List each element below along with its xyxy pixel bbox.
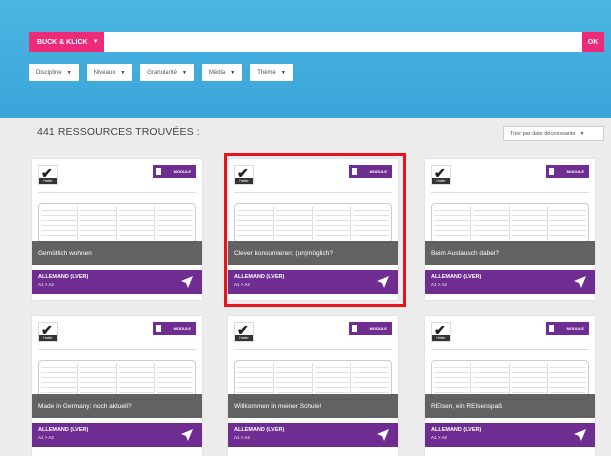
resource-card[interactable]: ✔ Hatier MODULE Willkommen in meiner Schule… (228, 316, 398, 456)
filter-theme[interactable]: Thème ▼ (250, 64, 293, 81)
sort-select[interactable]: Trier par date décroissante ▼ (503, 126, 604, 141)
send-arrow-icon[interactable] (180, 428, 194, 442)
send-arrow-icon[interactable] (573, 428, 587, 442)
card-level: A1 > A2 (38, 282, 54, 287)
hatier-logo: ✔ Hatier (431, 322, 451, 342)
card-footer: ALLEMAND (LVER) A1 > A2 (425, 270, 595, 294)
results-count: 441 RESSOURCES TROUVÉES : (37, 126, 200, 138)
chevron-down-icon: ▼ (92, 39, 99, 45)
document-icon (549, 325, 554, 332)
send-arrow-icon[interactable] (376, 428, 390, 442)
document-thumbnail (431, 187, 589, 247)
resource-card[interactable]: ✔ Hatier MODULE Made in Germany: noch aktue… (32, 316, 202, 456)
module-badge: MODULE (546, 322, 589, 335)
module-badge: MODULE (349, 322, 392, 335)
card-title[interactable]: REIsen, ein REIsenspaß (425, 394, 595, 418)
module-badge: MODULE (153, 165, 196, 178)
filter-niveaux[interactable]: Niveaux ▼ (86, 64, 133, 81)
card-footer: ALLEMAND (LVER) A1 > A2 (32, 423, 202, 447)
document-icon (352, 325, 357, 332)
card-level: A1 > A2 (38, 435, 54, 440)
badge-label: MODULE (566, 169, 584, 174)
document-icon (549, 168, 554, 175)
card-title[interactable]: Willkommen in meiner Schule! (228, 394, 398, 418)
collection-dropdown-label: BUCK & KLICK (37, 38, 88, 46)
collection-dropdown[interactable]: BUCK & KLICK ▼ (29, 32, 104, 52)
card-footer: ALLEMAND (LVER) A1 > A2 (425, 423, 595, 447)
filter-media[interactable]: Média ▼ (201, 64, 243, 81)
document-icon (156, 325, 161, 332)
filter-label: Thème (257, 69, 276, 76)
caret-down-icon: ▼ (120, 69, 126, 76)
filter-label: Média (208, 69, 226, 76)
badge-label: MODULE (566, 326, 584, 331)
filter-label: Discipline (36, 69, 62, 76)
caret-down-icon: ▼ (280, 69, 286, 76)
card-subject: ALLEMAND (LVER) (38, 274, 89, 280)
card-title[interactable]: Made in Germany: noch aktuell? (32, 394, 202, 418)
card-footer: ALLEMAND (LVER) A1 > A2 (32, 270, 202, 294)
card-subject: ALLEMAND (LVER) (38, 427, 89, 433)
module-badge: MODULE (546, 165, 589, 178)
card-title[interactable]: Gemütlich wohnen (32, 241, 202, 265)
document-icon (156, 168, 161, 175)
filter-bar: Discipline ▼ Niveaux ▼ Granularité ▼ Méd… (29, 64, 293, 81)
badge-label: MODULE (173, 326, 191, 331)
hatier-logo: ✔ Hatier (234, 322, 254, 342)
card-level: A1 > A2 (234, 435, 250, 440)
ok-button[interactable]: OK (582, 32, 604, 52)
badge-label: MODULE (369, 326, 387, 331)
filter-label: Niveaux (93, 69, 116, 76)
card-footer: ALLEMAND (LVER) A1 > A2 (228, 423, 398, 447)
card-level: A1 > A2 (431, 282, 447, 287)
resource-card[interactable]: ✔ Hatier MODULE Gemütlich wohnen ALLEMAND (L… (32, 159, 202, 300)
caret-down-icon: ▼ (579, 130, 585, 137)
filter-label: Granularité (147, 69, 177, 76)
hatier-logo: ✔ Hatier (38, 165, 58, 185)
document-thumbnail (38, 187, 196, 247)
search-bar[interactable]: BUCK & KLICK ▼ OK (29, 32, 604, 52)
card-title[interactable]: Beim Austausch dabei? (425, 241, 595, 265)
resource-card[interactable]: ✔ Hatier MODULE Beim Austausch dabei? ALLEMA… (425, 159, 595, 300)
hatier-logo: ✔ Hatier (431, 165, 451, 185)
caret-down-icon: ▼ (230, 69, 236, 76)
module-badge: MODULE (153, 322, 196, 335)
highlight-box (224, 153, 406, 307)
card-level: A1 > A2 (431, 435, 447, 440)
filter-granularite[interactable]: Granularité ▼ (140, 64, 194, 81)
logo-text: Hatier (39, 335, 57, 341)
badge-label: MODULE (173, 169, 191, 174)
caret-down-icon: ▼ (66, 69, 72, 76)
resource-card[interactable]: ✔ Hatier MODULE REIsen, ein REIsenspaß ALLEM… (425, 316, 595, 456)
card-subject: ALLEMAND (LVER) (431, 427, 482, 433)
send-arrow-icon[interactable] (573, 275, 587, 289)
filter-discipline[interactable]: Discipline ▼ (29, 64, 79, 81)
logo-text: Hatier (432, 178, 450, 184)
caret-down-icon: ▼ (181, 69, 187, 76)
search-hero: BUCK & KLICK ▼ OK Discipline ▼ Niveaux ▼… (0, 0, 611, 118)
card-subject: ALLEMAND (LVER) (234, 427, 285, 433)
sort-select-label: Trier par date décroissante (510, 130, 576, 137)
send-arrow-icon[interactable] (180, 275, 194, 289)
logo-text: Hatier (235, 335, 253, 341)
logo-text: Hatier (39, 178, 57, 184)
hatier-logo: ✔ Hatier (38, 322, 58, 342)
card-subject: ALLEMAND (LVER) (431, 274, 482, 280)
logo-text: Hatier (432, 335, 450, 341)
